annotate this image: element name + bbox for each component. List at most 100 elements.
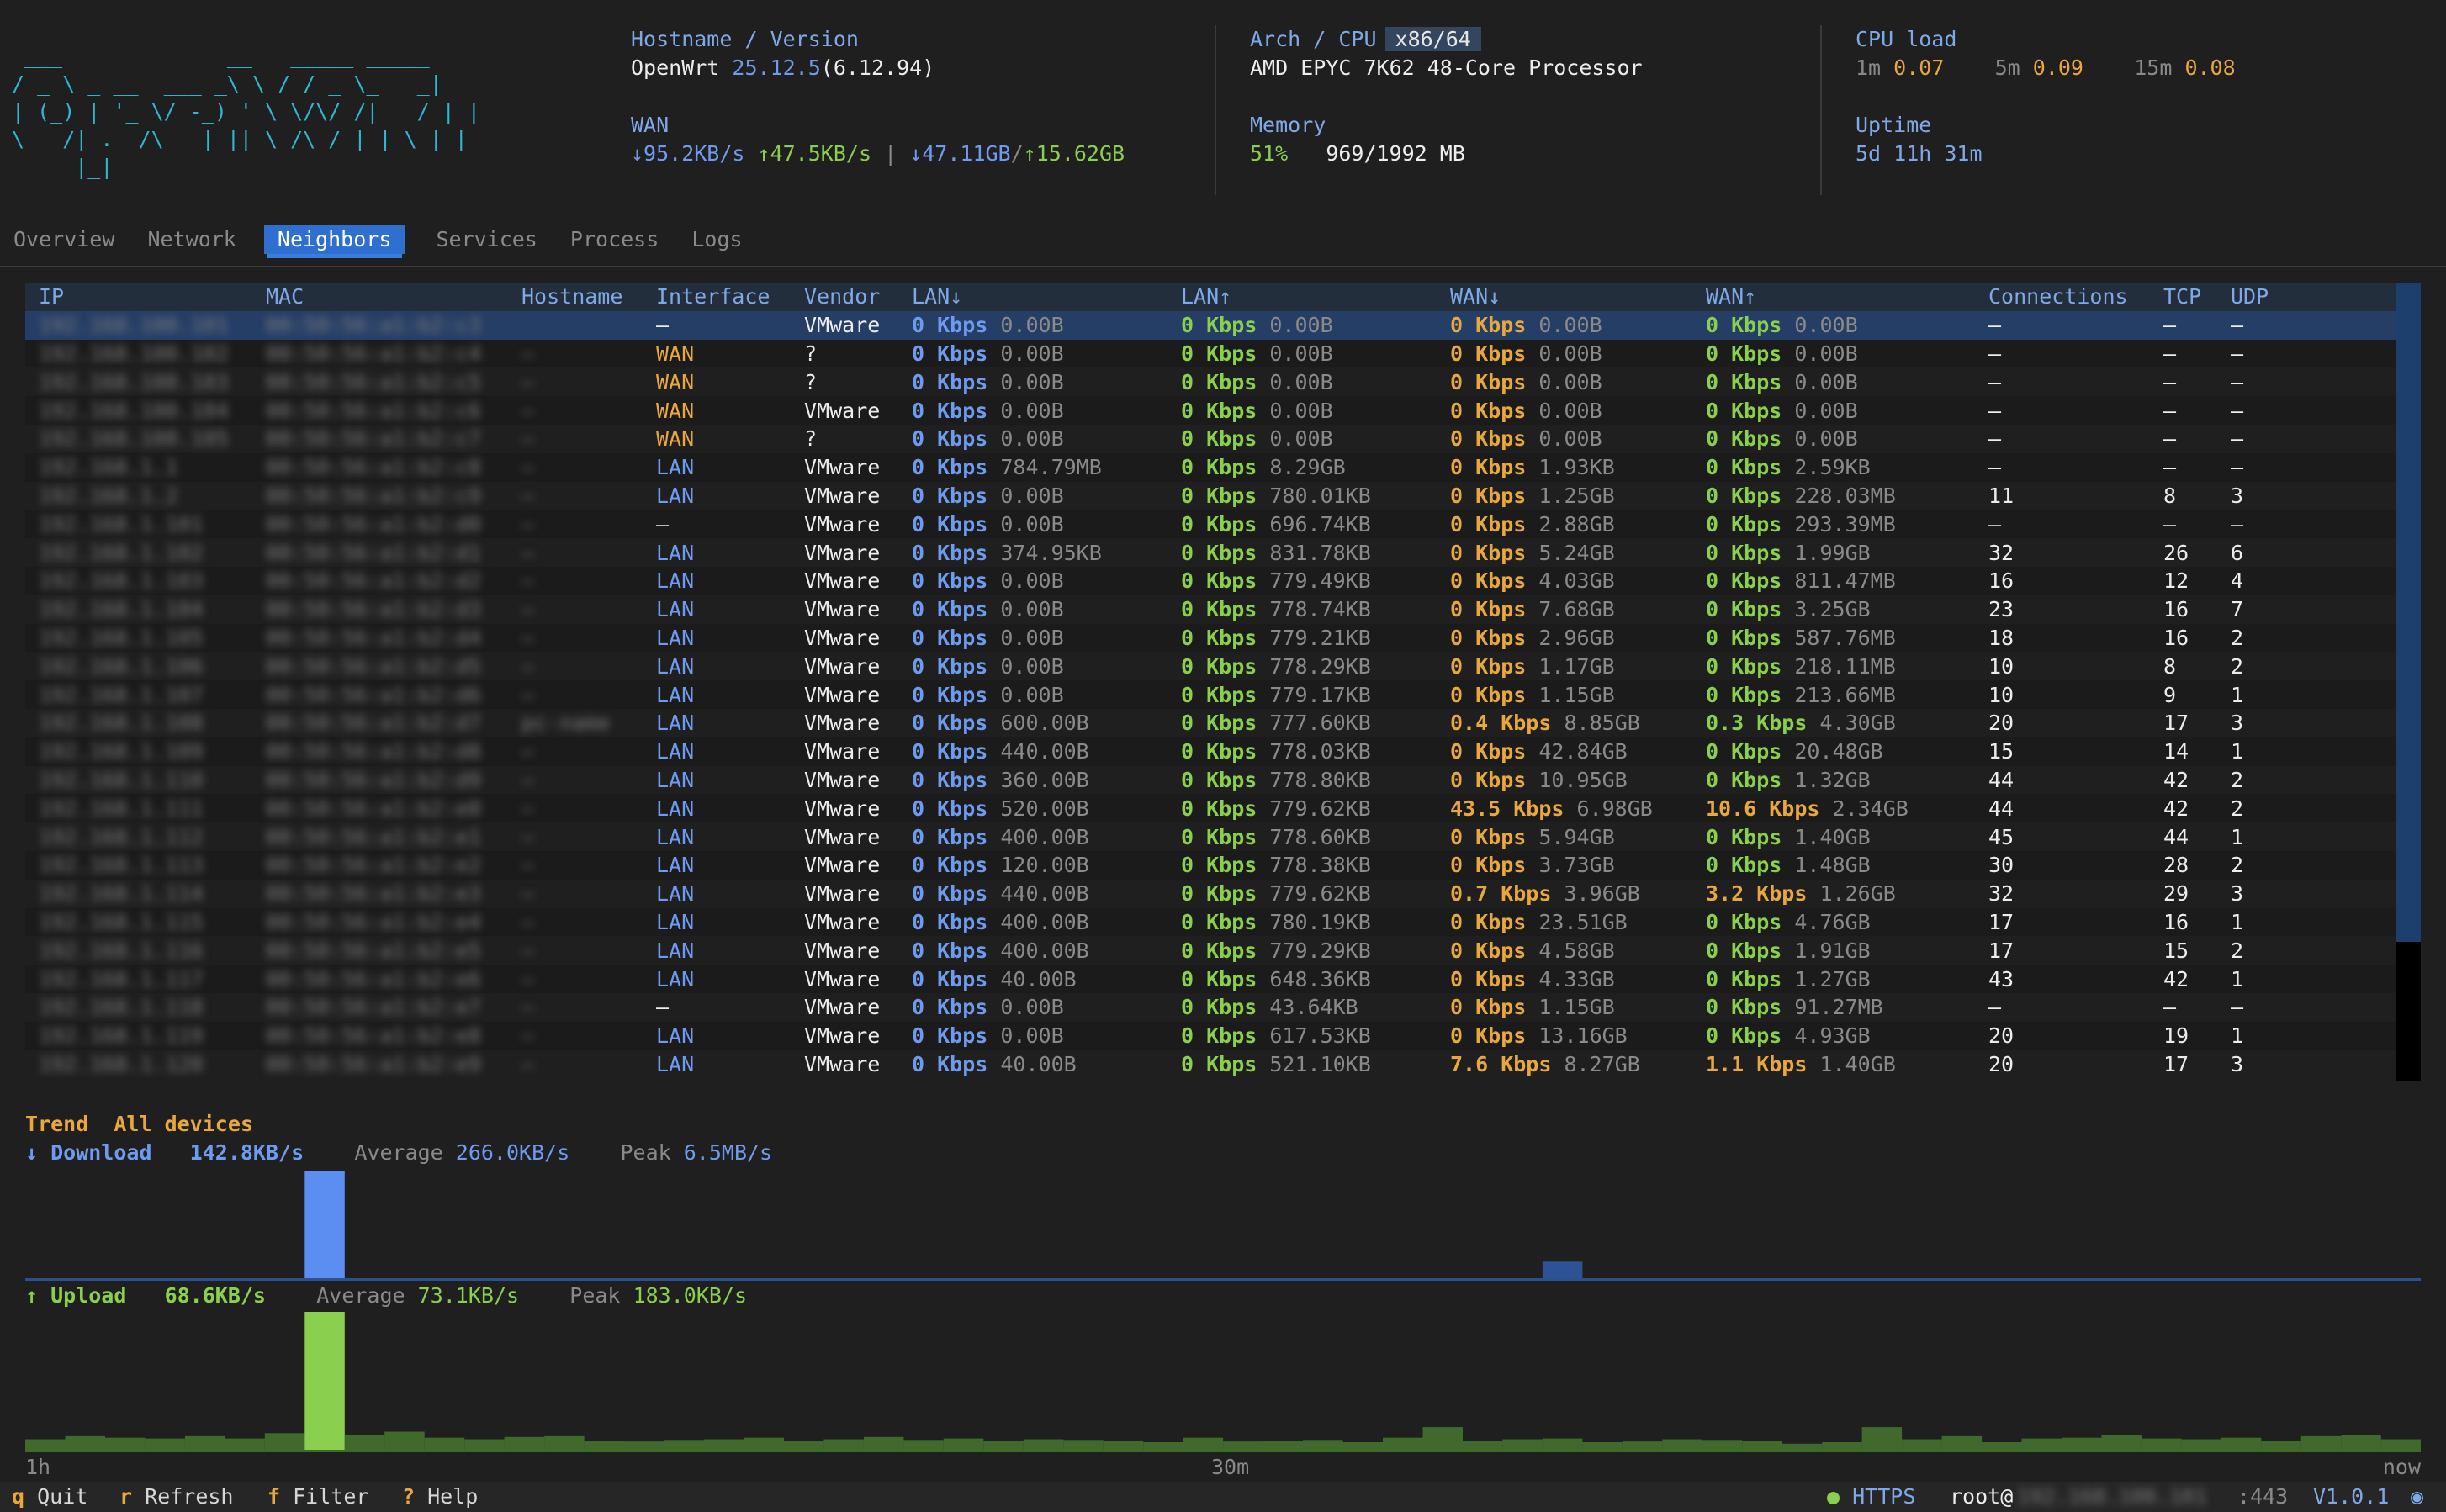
col-lan-up[interactable]: LAN↑ xyxy=(1167,283,1437,311)
col-udp[interactable]: UDP xyxy=(2217,283,2396,311)
table-row[interactable]: 192.168.1.1 00:50:56:a1:b2:c8 — LAN VMware 0 … xyxy=(25,452,2396,482)
connection-host: 192.168.100.101 xyxy=(2017,1484,2207,1509)
cell-hostname: — xyxy=(508,850,643,880)
total-value: 293.39MB xyxy=(1794,511,1896,537)
cell-connections: 44 xyxy=(1975,794,2150,823)
table-row[interactable]: 192.168.1.110 00:50:56:a1:b2:d9 — LAN VMware… xyxy=(25,766,2396,795)
quit-shortcut[interactable]: q Quit xyxy=(12,1482,87,1512)
col-vendor[interactable]: Vendor xyxy=(791,283,898,311)
github-icon[interactable]: ◉ xyxy=(2411,1482,2423,1512)
table-row[interactable]: 192.168.1.105 00:50:56:a1:b2:d4 — LAN VMware… xyxy=(25,623,2396,653)
cell-mac: 00:50:56:a1:b2:e7 xyxy=(252,993,508,1022)
table-row[interactable]: 192.168.1.104 00:50:56:a1:b2:d3 — LAN VMware… xyxy=(25,595,2396,624)
udp-value: — xyxy=(2231,369,2244,394)
table-row[interactable]: 192.168.1.109 00:50:56:a1:b2:d8 — LAN VMware… xyxy=(25,737,2396,766)
udp-value: — xyxy=(2231,995,2244,1020)
cell-lan-up: 0 Kbps 831.78KB xyxy=(1167,538,1437,567)
cell-wan-up: 3.2 Kbps 1.26GB xyxy=(1692,880,1975,908)
memory-percent: 51% xyxy=(1250,141,1289,166)
ip-value: 192.168.100.104 xyxy=(39,398,229,423)
col-wan-up[interactable]: WAN↑ xyxy=(1692,283,1975,311)
cell-ip: 192.168.1.105 xyxy=(25,623,252,653)
table-row[interactable]: 192.168.1.108 00:50:56:a1:b2:d7 pc-name LAN… xyxy=(25,709,2396,737)
table-row[interactable]: 192.168.1.118 00:50:56:a1:b2:e7 — — VMware 0 … xyxy=(25,993,2396,1022)
tab-network[interactable]: Network xyxy=(146,225,237,254)
bar-upload xyxy=(2021,1438,2062,1450)
vendor-value: VMware xyxy=(804,313,881,338)
scrollbar-thumb[interactable] xyxy=(2396,283,2421,942)
table-row[interactable]: 192.168.100.102 00:50:56:a1:b2:c4 — WAN? 0 K… xyxy=(25,339,2396,368)
table-row[interactable]: 192.168.100.104 00:50:56:a1:b2:c6 — WAN VMwa… xyxy=(25,396,2396,425)
table-row[interactable]: 192.168.1.101 00:50:56:a1:b2:d0 — — VMware 0 … xyxy=(25,510,2396,539)
col-tcp[interactable]: TCP xyxy=(2150,283,2217,311)
tab-neighbors[interactable]: Neighbors xyxy=(263,225,405,254)
total-value: 0.00B xyxy=(1538,341,1602,366)
tab-services[interactable]: Services xyxy=(434,225,538,254)
table-row[interactable]: 192.168.1.120 00:50:56:a1:b2:e9 — LAN VMware… xyxy=(25,1050,2396,1079)
total-value: 0.00B xyxy=(1000,653,1064,679)
table-row[interactable]: 192.168.1.113 00:50:56:a1:b2:e2 — LAN VMware… xyxy=(25,850,2396,880)
cell-wan-up: 0 Kbps 293.39MB xyxy=(1692,510,1975,539)
cell-udp: 1 xyxy=(2217,680,2396,709)
table-row[interactable]: 192.168.1.106 00:50:56:a1:b2:d5 — LAN VMware… xyxy=(25,652,2396,680)
table-row[interactable]: 192.168.1.115 00:50:56:a1:b2:e4 — LAN VMware… xyxy=(25,907,2396,937)
table-row[interactable]: 192.168.100.105 00:50:56:a1:b2:c7 — WAN? 0 K… xyxy=(25,425,2396,453)
bar-upload xyxy=(1542,1438,1583,1450)
total-value: 4.33GB xyxy=(1538,966,1615,991)
hostname-value: — xyxy=(521,1023,535,1049)
table-row[interactable]: 192.168.1.2 00:50:56:a1:b2:c9 — LAN VMware 0 … xyxy=(25,482,2396,510)
cell-mac: 00:50:56:a1:b2:c7 xyxy=(252,425,508,453)
cell-interface: LAN xyxy=(643,965,791,993)
table-row[interactable]: 192.168.1.117 00:50:56:a1:b2:e6 — LAN VMware… xyxy=(25,965,2396,993)
filter-shortcut[interactable]: f Filter xyxy=(267,1482,368,1512)
col-wan-down[interactable]: WAN↓ xyxy=(1437,283,1692,311)
connections-value: 30 xyxy=(1988,853,2015,878)
table-row[interactable]: 192.168.1.111 00:50:56:a1:b2:e0 — LAN VMware… xyxy=(25,794,2396,823)
rate-value: 0 Kbps xyxy=(1706,966,1782,991)
col-interface[interactable]: Interface xyxy=(643,283,791,311)
wan-slash: / xyxy=(1010,141,1024,166)
table-row[interactable]: 192.168.1.112 00:50:56:a1:b2:e1 — LAN VMware… xyxy=(25,822,2396,851)
col-connections[interactable]: Connections xyxy=(1975,283,2150,311)
col-lan-down[interactable]: LAN↓ xyxy=(898,283,1167,311)
cell-ip: 192.168.1.108 xyxy=(25,709,252,737)
table-row[interactable]: 192.168.1.107 00:50:56:a1:b2:d6 — LAN VMware… xyxy=(25,680,2396,709)
total-value: 778.80KB xyxy=(1269,767,1371,792)
cell-wan-up: 0 Kbps 20.48GB xyxy=(1692,737,1975,766)
help-shortcut[interactable]: ? Help xyxy=(402,1482,478,1512)
total-value: 0.00B xyxy=(1269,426,1333,452)
table-row[interactable]: 192.168.1.102 00:50:56:a1:b2:d1 — LAN VMware… xyxy=(25,538,2396,567)
cell-wan-up: 0 Kbps 811.47MB xyxy=(1692,566,1975,595)
col-mac[interactable]: MAC xyxy=(252,283,508,311)
total-value: 0.00B xyxy=(1794,369,1858,394)
bar-upload xyxy=(1582,1442,1623,1450)
table-row[interactable]: 192.168.1.119 00:50:56:a1:b2:e8 — LAN VMware… xyxy=(25,1021,2396,1050)
total-value: 3.73GB xyxy=(1538,853,1615,878)
total-value: 0.00B xyxy=(1538,369,1602,394)
col-ip[interactable]: IP xyxy=(25,283,252,311)
download-avg-label: Average xyxy=(354,1140,443,1165)
ip-value: 192.168.1.2 xyxy=(39,483,178,508)
table-row[interactable]: 192.168.100.103 00:50:56:a1:b2:c5 — WAN? 0 K… xyxy=(25,367,2396,396)
table-row[interactable]: 192.168.1.114 00:50:56:a1:b2:e3 — LAN VMware… xyxy=(25,880,2396,908)
refresh-shortcut[interactable]: r Refresh xyxy=(119,1482,233,1512)
table-row[interactable]: 192.168.1.116 00:50:56:a1:b2:e5 — LAN VMware… xyxy=(25,936,2396,965)
download-label: ↓ Download xyxy=(25,1140,152,1165)
cell-vendor: ? xyxy=(791,367,898,396)
table-row[interactable]: 192.168.100.101 00:50:56:a1:b2:c3 — VMware 0… xyxy=(25,310,2396,340)
mac-value: 00:50:56:a1:b2:d5 xyxy=(266,653,481,679)
download-peak: 6.5MB/s xyxy=(683,1140,773,1165)
udp-value: 3 xyxy=(2231,483,2244,508)
bar-upload xyxy=(544,1435,585,1450)
cell-ip: 192.168.1.110 xyxy=(25,766,252,795)
total-value: 400.00B xyxy=(1000,824,1089,849)
cell-ip: 192.168.100.104 xyxy=(25,396,252,425)
col-hostname[interactable]: Hostname xyxy=(508,283,643,311)
cell-vendor: VMware xyxy=(791,510,898,539)
tab-process[interactable]: Process xyxy=(569,225,660,254)
tab-overview[interactable]: Overview xyxy=(12,225,116,254)
total-value: 43.64KB xyxy=(1269,995,1358,1020)
tab-logs[interactable]: Logs xyxy=(690,225,744,254)
table-row[interactable]: 192.168.1.103 00:50:56:a1:b2:d2 — LAN VMware… xyxy=(25,566,2396,595)
total-value: 1.40GB xyxy=(1819,1051,1896,1076)
